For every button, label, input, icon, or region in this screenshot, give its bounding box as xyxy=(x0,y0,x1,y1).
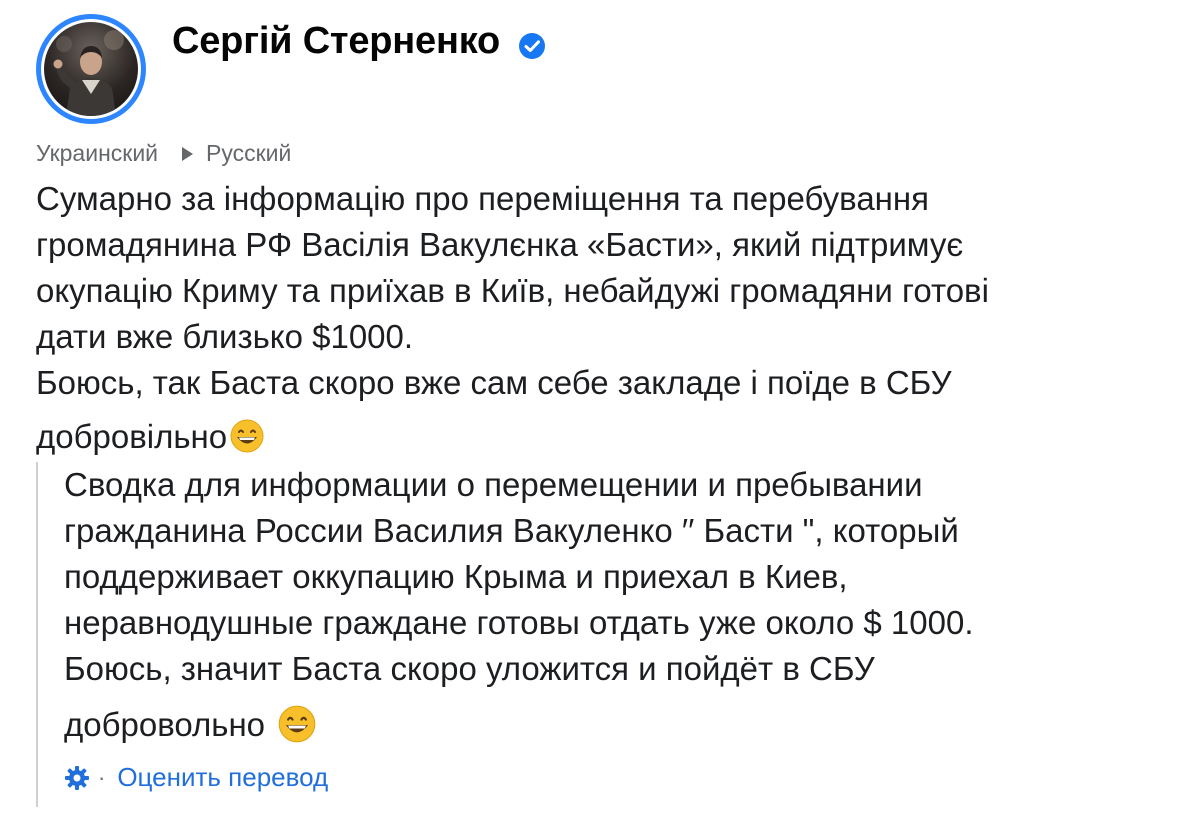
original-line-last: добровільно xyxy=(36,414,1176,460)
translated-line: добровольно xyxy=(64,706,266,743)
avatar-story-ring[interactable] xyxy=(36,14,146,124)
post-translated-text: Сводка для информации о перемещении и пр… xyxy=(64,462,1164,748)
rate-translation-link[interactable]: Оценить перевод xyxy=(117,762,328,793)
translated-line: неравнодушные граждане готовы отдать уже… xyxy=(64,604,974,641)
verified-badge-icon xyxy=(519,33,545,59)
avatar-photo xyxy=(53,30,124,116)
grinning-face-emoji xyxy=(230,419,264,453)
avatar-inner-ring xyxy=(41,19,141,119)
translated-block: Сводка для информации о перемещении и пр… xyxy=(36,462,1178,807)
facebook-post: Сергій Стерненко Украинский Русский Сума… xyxy=(0,0,1200,821)
rate-translation-row: · Оценить перевод xyxy=(64,762,328,793)
separator-dot: · xyxy=(98,764,106,790)
original-line: добровільно xyxy=(36,418,228,455)
original-line: громадянина РФ Васілія Вакулєнка «Басти»… xyxy=(36,226,964,263)
post-original-text: Сумарно за інформацію про переміщення та… xyxy=(36,176,1176,460)
translation-languages: Украинский Русский xyxy=(36,140,291,167)
original-line: окупацію Криму та приїхав в Київ, небайд… xyxy=(36,272,989,309)
translated-line: Сводка для информации о перемещении и пр… xyxy=(64,466,923,503)
triangle-right-icon xyxy=(182,146,194,161)
source-language[interactable]: Украинский xyxy=(36,140,158,167)
original-line: Сумарно за інформацію про переміщення та… xyxy=(36,180,929,217)
translated-line: гражданина России Василия Вакуленко ′′ Б… xyxy=(64,512,959,549)
translated-line-last: добровольно xyxy=(64,702,1164,748)
target-language[interactable]: Русский xyxy=(206,140,291,167)
gear-icon[interactable] xyxy=(64,765,90,791)
original-line: Боюсь, так Баста скоро вже сам себе закл… xyxy=(36,364,952,401)
translated-line: поддерживает оккупацию Крыма и приехал в… xyxy=(64,558,848,595)
avatar[interactable] xyxy=(44,22,138,116)
grinning-face-emoji xyxy=(278,705,316,743)
author-name[interactable]: Сергій Стерненко xyxy=(172,20,500,63)
translated-line: Боюсь, значит Баста скоро уложится и пой… xyxy=(64,650,875,687)
original-line: дати вже близько $1000. xyxy=(36,318,414,355)
